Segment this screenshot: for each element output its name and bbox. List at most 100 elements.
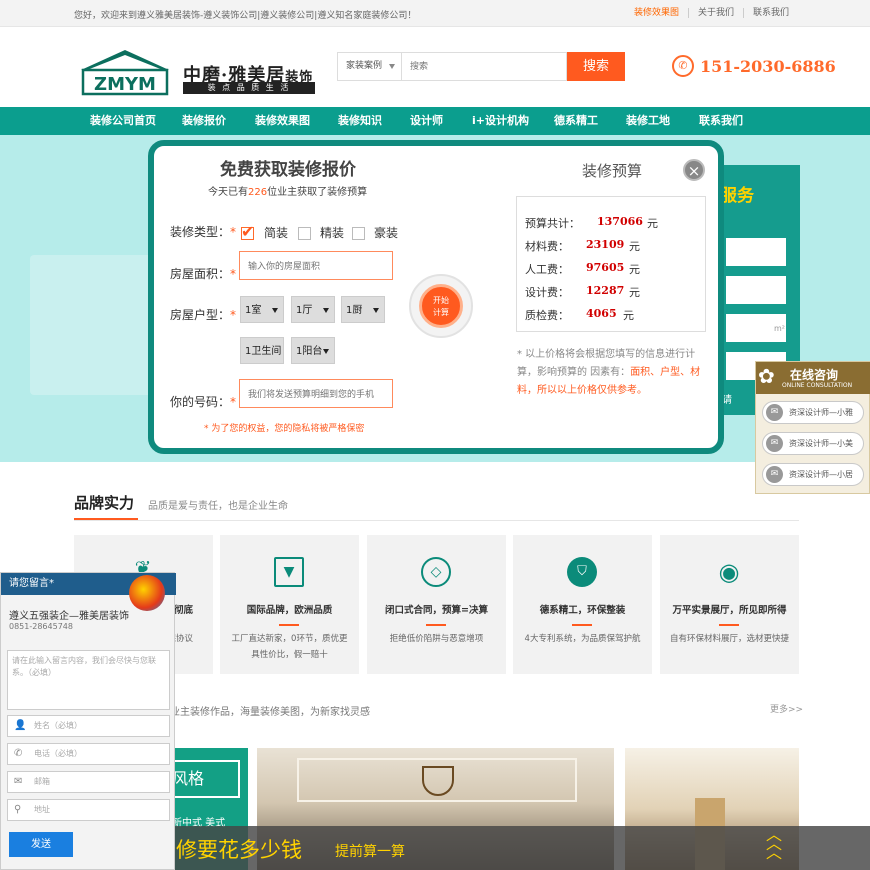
nav-designers[interactable]: 设计师 (410, 107, 443, 135)
bottom-band-cta[interactable]: 提前算一算 (335, 841, 405, 861)
designer-label: 资深设计师—小雅 (789, 408, 853, 417)
budget-unit: 元 (629, 286, 640, 299)
search-button[interactable]: 搜索 (567, 52, 625, 81)
phone-label: 你的号码：* (170, 393, 236, 410)
main-nav: 装修公司首页 装修报价 装修效果图 装修知识 设计师 i+设计机构 德系精工 装… (0, 107, 870, 135)
calculate-button[interactable]: 开始 计算 (419, 284, 463, 328)
top-link-effects[interactable]: 装修效果图 (625, 8, 688, 18)
nav-effects[interactable]: 装修效果图 (255, 107, 310, 135)
more-link[interactable]: 更多>> (770, 702, 803, 715)
budget-unit: 元 (623, 309, 634, 322)
area-unit: m² (774, 324, 785, 333)
calculate-line1: 开始 (433, 296, 449, 305)
consult-header: ✿ 在线咨询 ONLINE CONSULTATION (756, 362, 870, 394)
card-underline (719, 624, 739, 626)
budget-row-material: 材料费： 23109 元 (525, 238, 640, 254)
brand-card[interactable]: ◇ 闭口式合同，预算=决算 拒绝低价陷阱与恶意增项 (367, 535, 506, 674)
nav-design-agency[interactable]: i+设计机构 (472, 107, 529, 135)
hero-side-field[interactable]: m² (726, 314, 786, 342)
name-field[interactable]: 👤 姓名（必填） (7, 715, 170, 737)
required-mark: * (230, 267, 237, 281)
brand-card[interactable]: ◉ 万平实景展厅，所见即所得 自有环保材料展厅，选材更快捷 (660, 535, 799, 674)
consult-subtitle: ONLINE CONSULTATION (782, 382, 853, 389)
balconies-select[interactable]: 1阳台 (291, 337, 335, 364)
hero-side-field[interactable] (726, 276, 786, 304)
modal-subtitle: 今天已有226位业主获取了装修预算 (208, 183, 367, 198)
card-underline (426, 624, 446, 626)
message-widget: 请您留言* 遵义五强装企—雅美居装饰 0851-28645748 请在此输入留言… (0, 572, 176, 870)
shield-check-icon: ▼ (274, 557, 304, 587)
consult-designer-3[interactable]: ✉ 资深设计师—小居 (762, 463, 864, 486)
kitchens-select[interactable]: 1厨 (341, 296, 385, 323)
flower-icon: ✿ (758, 364, 775, 388)
close-icon[interactable]: × (683, 159, 705, 181)
budget-row-labor: 人工费： 97605 元 (525, 261, 640, 277)
consult-designer-2[interactable]: ✉ 资深设计师—小美 (762, 432, 864, 455)
phone-input[interactable] (239, 379, 393, 408)
nav-contact[interactable]: 联系我们 (699, 107, 743, 135)
eye-icon: ◉ (718, 558, 740, 586)
layout-label: 房屋户型：* (170, 306, 236, 323)
bathrooms-select[interactable]: 1卫生间 (240, 337, 284, 364)
logo-letters: ZMYM (94, 74, 156, 95)
double-chevron-up-icon[interactable]: ︿ ︿ ︿ (765, 827, 783, 861)
search-category-select[interactable]: 家装案例 (338, 53, 402, 80)
rooms-select[interactable]: 1室 (240, 296, 284, 323)
nav-quote[interactable]: 装修报价 (182, 107, 226, 135)
area-label: 房屋面积：* (170, 265, 236, 282)
location-pin-icon: ⚲ (14, 804, 22, 815)
owner-count: 226 (248, 187, 268, 198)
area-input[interactable] (239, 251, 393, 280)
nav-home[interactable]: 装修公司首页 (90, 107, 156, 135)
top-link-about[interactable]: 关于我们 (687, 8, 743, 18)
type-label: 装修类型：* (170, 223, 236, 240)
card-title: 德系精工，环保整装 (539, 605, 626, 616)
hero-side-field[interactable] (726, 238, 786, 266)
card-desc: 工厂直达新家，0环节，质优更具性价比，假一赔十 (231, 634, 348, 660)
balconies-value: 1阳台 (296, 346, 323, 357)
top-link-contact[interactable]: 联系我们 (742, 8, 798, 18)
required-mark: * (230, 395, 237, 409)
brand-card[interactable]: ⛉ 德系精工，环保整装 4大专利系统，为品质保驾护航 (513, 535, 652, 674)
budget-label: 设计费： (525, 286, 569, 299)
nav-sites[interactable]: 装修工地 (626, 107, 670, 135)
send-button[interactable]: 发送 (9, 832, 73, 857)
message-textarea[interactable]: 请在此输入留言内容，我们会尽快与您联系。（必填） (7, 650, 170, 710)
consult-designer-1[interactable]: ✉ 资深设计师—小雅 (762, 401, 864, 424)
nav-knowledge[interactable]: 装修知识 (338, 107, 382, 135)
style-tag: 风格 (170, 760, 240, 798)
halls-select[interactable]: 1厅 (291, 296, 335, 323)
card-title: 万平实景展厅，所见即所得 (672, 605, 787, 616)
type-simple-label: 简装 (264, 226, 289, 240)
email-field[interactable]: ✉ 邮箱 (7, 771, 170, 793)
type-fine-checkbox[interactable] (298, 227, 311, 240)
modal-title: 免费获取装修报价 (220, 160, 356, 180)
type-luxury-checkbox[interactable] (352, 227, 365, 240)
chevron-down-icon (272, 308, 278, 313)
brand-title: 品牌实力 (74, 494, 135, 512)
budget-label: 人工费： (525, 263, 569, 276)
address-field[interactable]: ⚲ 地址 (7, 799, 170, 821)
budget-row-inspection: 质检费： 4065 元 (525, 307, 634, 323)
phone-icon: ✆ (14, 748, 23, 759)
budget-title: 装修预算 (582, 162, 643, 180)
brand-card[interactable]: ▼ 国际品牌，欧洲品质 工厂直达新家，0环节，质优更具性价比，假一赔十 (220, 535, 359, 674)
area-label-text: 房屋面积： (170, 267, 231, 281)
consult-widget: ✿ 在线咨询 ONLINE CONSULTATION ✉ 资深设计师—小雅 ✉ 资深… (755, 361, 870, 494)
logo-slogan: 装 点 品 质 生 活 (183, 82, 315, 94)
balloon-icon (129, 575, 165, 611)
diamond-icon: ◇ (421, 557, 451, 587)
search-input[interactable] (410, 53, 560, 80)
divider (74, 520, 799, 521)
phone-label-text: 你的号码： (170, 395, 231, 409)
logo-house-icon[interactable]: ZMYM (75, 48, 175, 96)
welcome-text: 您好，欢迎来到遵义雅美居装饰-遵义装饰公司|遵义装修公司|遵义知名家庭装修公司！ (74, 11, 417, 21)
card-title: 国际品牌，欧洲品质 (246, 605, 333, 616)
chat-icon: ✉ (766, 466, 783, 483)
email-placeholder: 邮箱 (34, 777, 50, 786)
budget-row-total: 预算共计： 137066 元 (525, 215, 658, 231)
hero-side-title: 服务 (720, 186, 754, 206)
type-simple-checkbox[interactable] (241, 222, 254, 241)
phone-field[interactable]: ✆ 电话（必填） (7, 743, 170, 765)
nav-german-craft[interactable]: 德系精工 (554, 107, 598, 135)
